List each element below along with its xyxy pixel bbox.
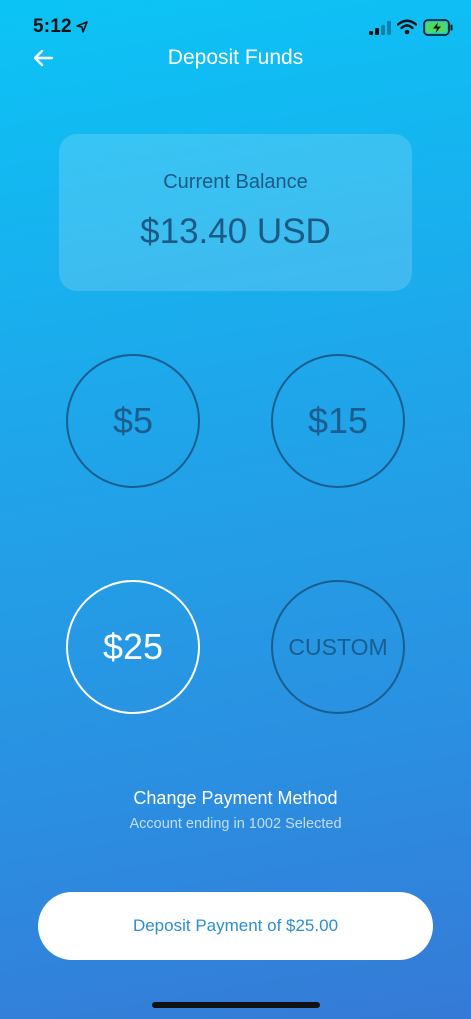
- deposit-button[interactable]: Deposit Payment of $25.00: [38, 892, 433, 960]
- custom-amount-button[interactable]: CUSTOM: [271, 580, 405, 714]
- nav-bar: Deposit Funds: [0, 44, 471, 74]
- status-bar: 5:12: [0, 0, 471, 44]
- location-arrow-icon: [76, 21, 88, 33]
- payment-method-subtitle: Account ending in 1002 Selected: [129, 816, 342, 832]
- balance-label: Current Balance: [163, 171, 308, 193]
- payment-method-title: Change Payment Method: [133, 788, 338, 808]
- amount-15-button[interactable]: $15: [271, 354, 405, 488]
- amount-5-button[interactable]: $5: [66, 354, 200, 488]
- page-title: Deposit Funds: [167, 46, 304, 69]
- wifi-icon: [397, 19, 417, 35]
- home-indicator: [152, 1002, 320, 1008]
- signal-icon: [369, 21, 391, 35]
- battery-charging-icon: [423, 19, 453, 36]
- status-time: 5:12: [33, 16, 72, 37]
- balance-card: Current Balance $13.40 USD: [59, 134, 412, 291]
- balance-value: $13.40 USD: [140, 212, 331, 251]
- amount-25-button[interactable]: $25: [66, 580, 200, 714]
- change-payment-method[interactable]: Change Payment Method Account ending in …: [0, 788, 471, 832]
